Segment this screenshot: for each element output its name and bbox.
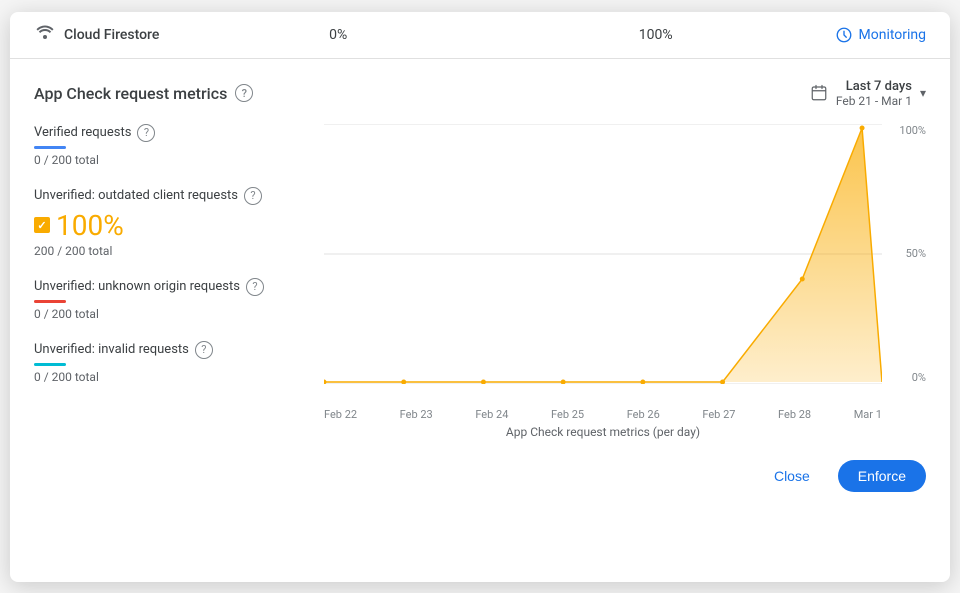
chart-inner (324, 124, 882, 404)
date-range-label: Last 7 days Feb 21 - Mar 1 (836, 79, 912, 108)
invalid-line (34, 363, 66, 366)
x-label-feb26: Feb 26 (627, 408, 660, 421)
dialog: Cloud Firestore 0% 100% Monitoring App C… (10, 12, 950, 582)
chart-x-title: App Check request metrics (per day) (324, 425, 926, 439)
chart-x-labels: Feb 22 Feb 23 Feb 24 Feb 25 Feb 26 Feb 2… (324, 408, 926, 421)
chart-svg (324, 124, 882, 384)
x-label-feb28: Feb 28 (778, 408, 811, 421)
metrics-title-text: App Check request metrics (34, 84, 227, 103)
service-label: Cloud Firestore (34, 24, 159, 46)
monitoring-link[interactable]: Monitoring (835, 26, 927, 44)
invalid-value: 0 / 200 total (34, 370, 308, 384)
main-content: Verified requests ? 0 / 200 total Unveri… (34, 124, 926, 444)
unknown-value: 0 / 200 total (34, 307, 308, 321)
metric-outdated-label: Unverified: outdated client requests ? (34, 187, 308, 205)
chart-area: 100% 50% 0% (324, 124, 926, 444)
calendar-icon (810, 84, 828, 102)
y-label-0: 0% (912, 371, 926, 384)
metrics-list: Verified requests ? 0 / 200 total Unveri… (34, 124, 324, 444)
clock-icon (835, 26, 853, 44)
content-area: App Check request metrics ? Last 7 days … (10, 59, 950, 444)
footer: Close Enforce (10, 444, 950, 512)
date-range-picker[interactable]: Last 7 days Feb 21 - Mar 1 ▾ (810, 79, 926, 108)
monitoring-label: Monitoring (859, 27, 927, 43)
x-label-feb23: Feb 23 (400, 408, 433, 421)
verified-line (34, 146, 66, 149)
x-label-feb22: Feb 22 (324, 408, 357, 421)
metric-verified-label: Verified requests ? (34, 124, 308, 142)
invalid-help-icon[interactable]: ? (195, 341, 213, 359)
chevron-down-icon: ▾ (920, 86, 926, 100)
top-bar: Cloud Firestore 0% 100% Monitoring (10, 12, 950, 59)
x-label-mar1: Mar 1 (854, 408, 882, 421)
date-range-main: Last 7 days (836, 79, 912, 94)
pct-0: 0% (199, 27, 477, 43)
metric-invalid-label: Unverified: invalid requests ? (34, 341, 308, 359)
metrics-header: App Check request metrics ? Last 7 days … (34, 79, 926, 108)
metric-verified: Verified requests ? 0 / 200 total (34, 124, 308, 167)
verified-help-icon[interactable]: ? (137, 124, 155, 142)
service-name: Cloud Firestore (64, 27, 159, 43)
pct-100: 100% (517, 27, 795, 43)
y-label-50: 50% (906, 247, 926, 260)
unknown-line (34, 300, 66, 303)
chart-area-fill (324, 128, 882, 382)
y-label-100: 100% (899, 124, 926, 137)
outdated-help-icon[interactable]: ? (244, 187, 262, 205)
metric-unknown: Unverified: unknown origin requests ? 0 … (34, 278, 308, 321)
close-button[interactable]: Close (758, 460, 826, 492)
chart-container: 100% 50% 0% (324, 124, 926, 404)
date-range-sub: Feb 21 - Mar 1 (836, 94, 912, 108)
outdated-checkbox (34, 217, 50, 233)
metric-outdated: Unverified: outdated client requests ? 1… (34, 187, 308, 258)
x-label-feb25: Feb 25 (551, 408, 584, 421)
metric-invalid: Unverified: invalid requests ? 0 / 200 t… (34, 341, 308, 384)
enforce-button[interactable]: Enforce (838, 460, 926, 492)
outdated-pct: 100% (56, 209, 124, 242)
metric-outdated-big: 100% (34, 209, 308, 242)
chart-y-labels: 100% 50% 0% (886, 124, 926, 384)
metric-unknown-label: Unverified: unknown origin requests ? (34, 278, 308, 296)
x-label-feb24: Feb 24 (475, 408, 508, 421)
metrics-help-icon[interactable]: ? (235, 84, 253, 102)
verified-value: 0 / 200 total (34, 153, 308, 167)
firestore-icon (34, 24, 56, 46)
outdated-value: 200 / 200 total (34, 244, 308, 258)
x-label-feb27: Feb 27 (702, 408, 735, 421)
unknown-help-icon[interactable]: ? (246, 278, 264, 296)
metrics-title-group: App Check request metrics ? (34, 84, 253, 103)
